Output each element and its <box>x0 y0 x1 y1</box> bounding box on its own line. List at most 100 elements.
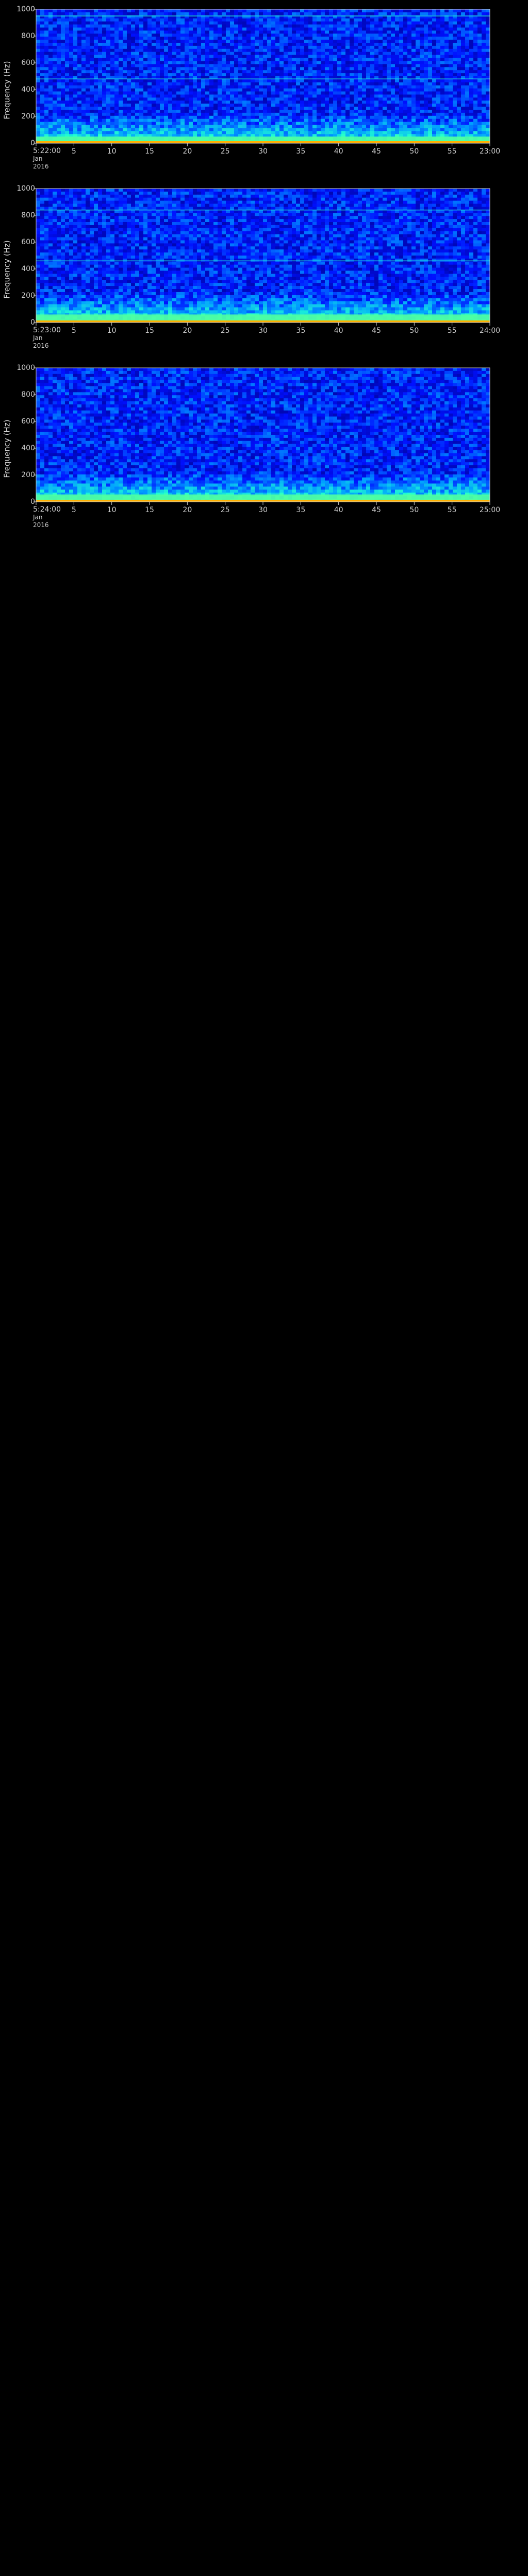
spectrogram-cell <box>440 18 445 22</box>
spectrogram-cell <box>205 189 210 192</box>
spectrogram-cell <box>407 73 412 77</box>
spectrogram-cell <box>90 55 94 58</box>
spectrogram-cell <box>424 48 428 53</box>
spectrogram-cell <box>345 12 350 16</box>
spectrogram-cell <box>482 40 486 43</box>
spectrogram-cell <box>238 88 243 92</box>
spectrogram-cell <box>218 82 222 86</box>
spectrogram-cell <box>234 64 239 67</box>
spectrogram-cell <box>147 112 152 116</box>
spectrogram-cell <box>77 91 82 95</box>
spectrogram-cell <box>65 9 70 13</box>
spectrogram-cell <box>73 125 78 128</box>
spectrogram-cell <box>312 100 317 104</box>
spectrogram-cell <box>263 12 268 16</box>
spectrogram-cell <box>238 67 243 71</box>
spectrogram-cell <box>53 82 57 86</box>
spectrogram-cell <box>205 40 210 43</box>
spectrogram-cell <box>321 64 325 67</box>
spectrogram-cell <box>90 52 94 55</box>
spectrogram-cell <box>139 24 144 28</box>
spectrogram-cell <box>366 67 371 71</box>
spectrogram-cell <box>123 30 127 34</box>
spectrogram-cell <box>457 104 461 107</box>
spectrogram-cell <box>387 70 391 74</box>
spectrogram-cell <box>168 37 173 40</box>
spectrogram-cell <box>139 21 144 25</box>
spectrogram-cell <box>345 21 350 25</box>
spectrogram-cell <box>246 33 251 37</box>
spectrogram-cell <box>139 79 144 83</box>
spectrogram-cell <box>279 70 284 74</box>
spectrogram-cell <box>279 48 284 53</box>
spectrogram-cell <box>333 104 338 107</box>
spectrogram-cell <box>73 104 78 107</box>
spectrogram-cell <box>135 70 140 74</box>
spectrogram-cell <box>213 110 218 113</box>
spectrogram-cell <box>246 18 251 22</box>
spectrogram-cell <box>469 122 474 125</box>
spectrogram-cell <box>420 12 424 16</box>
spectrogram-cell <box>259 67 263 71</box>
spectrogram-cell <box>90 70 94 74</box>
spectrogram-cell <box>160 118 164 122</box>
spectrogram-cell <box>234 48 239 53</box>
spectrogram-cell <box>230 52 235 55</box>
spectrogram-cell <box>416 21 420 25</box>
spectrogram-cell <box>354 189 358 192</box>
spectrogram-cell <box>387 58 391 61</box>
spectrogram-cell <box>407 64 412 67</box>
spectrogram-cell <box>354 45 358 49</box>
spectrogram-cell <box>205 125 210 128</box>
spectrogram-cell <box>477 79 482 83</box>
spectrogram-cell <box>482 100 486 104</box>
spectrogram-cell <box>81 88 86 92</box>
spectrogram-cell <box>399 21 404 25</box>
spectrogram-cell <box>123 40 127 43</box>
spectrogram-cell <box>152 110 156 113</box>
spectrogram-cell <box>218 67 222 71</box>
spectrogram-cell <box>420 85 424 89</box>
spectrogram-cell <box>201 128 206 131</box>
spectrogram-cell <box>44 30 49 34</box>
spectrogram-cell <box>98 91 103 95</box>
spectrogram-cell <box>461 58 466 61</box>
spectrogram-cell <box>242 27 247 31</box>
spectrogram-cell <box>337 91 342 95</box>
spectrogram-cell <box>383 112 387 116</box>
spectrogram-cell <box>444 21 449 25</box>
spectrogram-cell <box>312 85 317 89</box>
spectrogram-cell <box>440 122 445 125</box>
spectrogram-cell <box>168 27 173 31</box>
spectrogram-cell <box>238 61 243 64</box>
spectrogram-cell <box>292 48 296 53</box>
spectrogram-cell <box>461 112 466 116</box>
spectrogram-cell <box>73 115 78 120</box>
spectrogram-cell <box>123 55 127 58</box>
spectrogram-cell <box>399 79 404 83</box>
spectrogram-cell <box>234 52 239 55</box>
spectrogram-cell <box>160 9 164 13</box>
spectrogram-cell <box>366 55 371 58</box>
spectrogram-cell <box>362 112 367 116</box>
spectrogram-cell <box>61 52 65 55</box>
spectrogram-cell <box>275 189 280 192</box>
spectrogram-cell <box>292 85 296 89</box>
spectrogram-cell <box>69 43 74 46</box>
spectrogram-cell <box>201 37 206 40</box>
spectrogram-cell <box>131 110 136 113</box>
spectrogram-cell <box>218 61 222 64</box>
spectrogram-cell <box>453 9 457 13</box>
spectrogram-cell <box>156 70 160 74</box>
spectrogram-cell <box>457 73 461 77</box>
spectrogram-cell <box>420 58 424 61</box>
spectrogram-cell <box>209 128 214 131</box>
spectrogram-cell <box>230 37 235 40</box>
spectrogram-cell <box>420 110 424 113</box>
spectrogram-cell <box>300 37 305 40</box>
spectrogram-cell <box>312 27 317 31</box>
spectrogram-cell <box>61 97 65 101</box>
spectrogram-cell <box>350 64 354 67</box>
spectrogram-cell <box>350 33 354 37</box>
spectrogram-cell <box>110 110 115 113</box>
